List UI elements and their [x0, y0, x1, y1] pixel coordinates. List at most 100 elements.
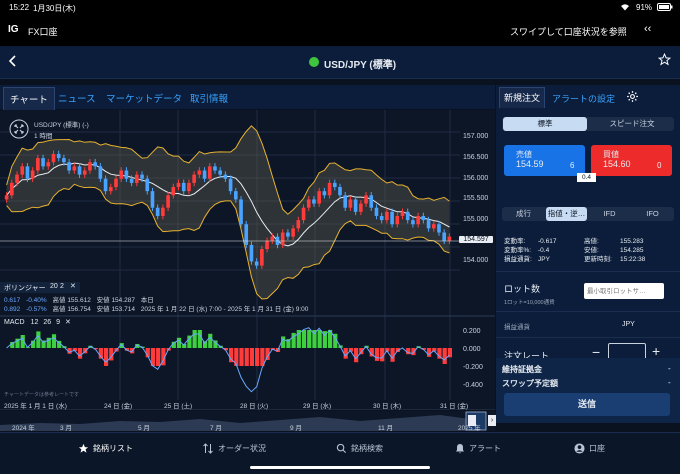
candle [197, 170, 202, 175]
macd-label: MACD [4, 319, 25, 326]
account-name[interactable]: FX口座 [28, 25, 58, 38]
order-type-market[interactable]: 成行 [503, 207, 544, 221]
overview-label: 11 月 [378, 425, 394, 432]
tab-alert-settings[interactable]: アラートの設定 [552, 92, 615, 105]
macd-tick-label: -0.200 [463, 364, 483, 371]
mode-standard[interactable]: 標準 [503, 117, 587, 131]
tabbar-search[interactable]: 銘柄検索 [336, 443, 383, 454]
candle [77, 166, 82, 175]
price-chart[interactable] [0, 110, 495, 410]
stat-value: -0.4 [538, 247, 550, 254]
candle [150, 191, 155, 208]
macd-bar [301, 330, 307, 348]
stat-label: 安値: [584, 247, 599, 254]
macd-bar [426, 348, 432, 357]
pair-bar: USD/JPY (標準) [0, 46, 680, 79]
order-type-limit-stop[interactable]: 指値・逆… [546, 207, 587, 221]
chart-timeframe[interactable]: 1 時間 [34, 130, 52, 140]
candle [249, 244, 254, 262]
macd-bar [317, 330, 322, 348]
macd-tick-label: 0.000 [463, 346, 481, 353]
tab-new-order[interactable]: 新規注文 [499, 87, 545, 108]
candle [385, 211, 389, 221]
tabbar-orders[interactable]: オーダー状況 [202, 443, 266, 454]
candle [202, 170, 207, 179]
bollinger-bands [6, 125, 450, 300]
candle [114, 178, 118, 188]
candle [51, 153, 56, 163]
star-icon[interactable] [657, 52, 672, 71]
macd-tick-label: 0.200 [463, 328, 481, 335]
margin-value: - [668, 364, 671, 373]
back-chevron-icon[interactable] [8, 54, 18, 73]
battery-percent: 91% [636, 3, 653, 12]
candle [364, 195, 368, 204]
buy-button[interactable]: 買値 154.60 0 [591, 145, 672, 176]
lot-input[interactable] [584, 283, 664, 299]
macd-bar [354, 348, 359, 363]
search-icon [336, 443, 347, 454]
tabbar-account[interactable]: 口座 [574, 443, 605, 454]
candle [286, 232, 290, 237]
y-tick-label: 157.000 [463, 133, 489, 141]
y-tick-label: 154.000 [463, 257, 489, 265]
macd-bar [156, 348, 161, 366]
navigator-handle-left[interactable] [468, 415, 476, 426]
tab-chart[interactable]: チャート [3, 87, 55, 112]
plus-icon[interactable]: + [652, 343, 660, 359]
sell-button[interactable]: 売値 154.59 . 6 [504, 145, 585, 176]
status-time: 15:22 [9, 3, 30, 12]
macd-bar [197, 330, 202, 348]
overview-navigator[interactable]: 2024 年3 月5 月7 月9 月 11 月 2025 年 › [0, 411, 496, 432]
bb2-change-pct: -0.57% [26, 306, 47, 313]
ig-logo: IG [8, 24, 19, 35]
macd-p3: 9 [56, 319, 60, 326]
bollinger-indicator[interactable]: ボリンジャー 20 2 ✕ [0, 282, 80, 293]
candle [296, 220, 301, 229]
mode-speed-order[interactable]: スピード注文 [590, 117, 674, 131]
chart-area[interactable]: USD/JPY (標準) (-) 1 時間 157.000 156.500 156.… [0, 110, 495, 410]
stat-value: 15:22:38 [620, 256, 646, 263]
tab-news[interactable]: ニュース [58, 91, 96, 105]
y-tick-label: 156.500 [463, 154, 489, 162]
candle [228, 178, 233, 192]
submit-button[interactable]: 送信 [504, 393, 670, 416]
tab-trade-info[interactable]: 取引情報 [190, 91, 228, 105]
tabbar-alerts[interactable]: アラート [455, 443, 501, 454]
buy-price: 154.60 [603, 159, 631, 169]
candle [82, 170, 87, 175]
swap-value: - [668, 378, 671, 387]
candle [254, 261, 259, 266]
candle [140, 174, 144, 179]
candle [176, 182, 181, 188]
stat-label: 変動率: [504, 238, 526, 245]
macd-bar [255, 348, 260, 366]
gear-icon[interactable] [626, 90, 639, 105]
bollinger-row-2: 0.892 -0.57% 高値 156.754 安値 153.714 2025 … [4, 303, 308, 313]
close-icon[interactable]: ✕ [70, 282, 76, 290]
candle [25, 166, 30, 179]
candle [400, 211, 405, 216]
chevron-right-icon[interactable]: › [488, 415, 496, 426]
stat-value: 154.285 [620, 247, 644, 254]
content-tabs: チャート ニュース マーケットデータ 取引情報 [0, 85, 495, 112]
x-tick-label: 24 日 (金) [104, 403, 133, 410]
double-chevron-left-icon[interactable]: ‹‹ [644, 23, 651, 35]
candle [36, 158, 40, 171]
candle [395, 215, 400, 225]
macd-bar [36, 331, 41, 348]
order-type-ifo[interactable]: IFO [632, 207, 673, 221]
close-icon[interactable]: ✕ [65, 319, 71, 326]
candle [129, 178, 134, 183]
bb2-high: 高値 156.754 [52, 306, 91, 313]
star-icon [78, 443, 89, 453]
tabbar-watchlist[interactable]: 銘柄リスト [78, 443, 133, 454]
candle [379, 215, 384, 221]
tab-market-data[interactable]: マーケットデータ [106, 91, 182, 105]
wifi-icon [620, 3, 630, 13]
order-type-ifd[interactable]: IFD [589, 207, 630, 221]
candle [374, 207, 379, 216]
expand-icon[interactable] [9, 119, 29, 144]
swipe-hint[interactable]: スワイプして口座状況を参照 [510, 25, 627, 38]
macd-indicator[interactable]: MACD 12 26 9 ✕ [4, 318, 71, 326]
